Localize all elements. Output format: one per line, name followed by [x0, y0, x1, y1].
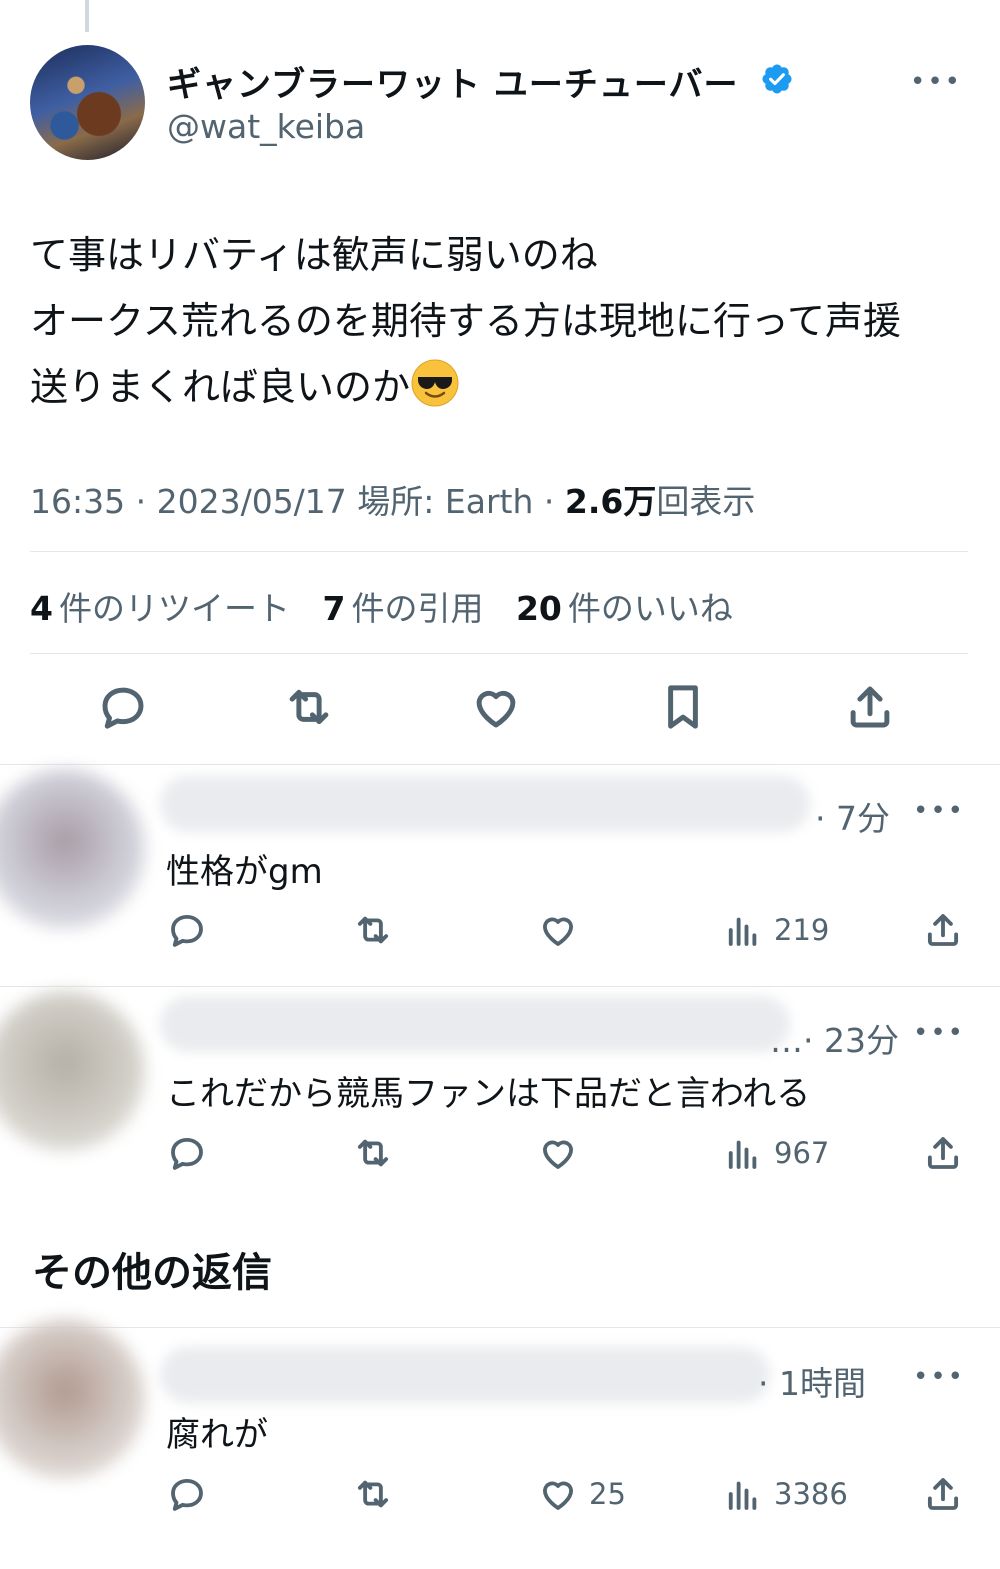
divider: [30, 551, 968, 552]
views-chart-icon: [728, 917, 757, 946]
more-horizontal-icon[interactable]: •••: [913, 1018, 965, 1048]
divider: [30, 653, 968, 654]
reply-text: これだから競馬ファンは下品だと言われる: [166, 1074, 811, 1114]
tweet-action-bar: [0, 680, 1000, 740]
author-display-name[interactable]: ギャンブラーワット ユーチューバー: [167, 57, 738, 106]
reply-like-button[interactable]: [537, 908, 589, 952]
reply-views-button[interactable]: 219: [722, 908, 829, 952]
reply-text: 腐れが: [166, 1415, 268, 1455]
reply-like-button[interactable]: 25: [537, 1472, 626, 1516]
likes-stat[interactable]: 20 件のいいね: [516, 589, 733, 628]
retweets-stat[interactable]: 4 件のリツイート: [30, 589, 290, 628]
author-handle[interactable]: @wat_keiba: [167, 107, 365, 146]
tweet-text-line: て事はリバティは歓声に弱いのね: [30, 233, 598, 277]
tweet-location: 場所: Earth: [357, 482, 534, 521]
like-icon[interactable]: [469, 680, 523, 734]
tweet-author: ギャンブラーワット ユーチューバー @wat_keiba •••: [30, 45, 980, 165]
share-icon: [927, 914, 959, 946]
like-count: 25: [589, 1477, 626, 1511]
divider: [0, 764, 1000, 765]
redacted-username: [160, 776, 810, 832]
reply-avatar[interactable]: [0, 769, 145, 929]
views-count: 3386: [774, 1477, 848, 1511]
views-label: 回表示: [656, 482, 756, 521]
tweet-meta: 16:35 · 2023/05/17 場所: Earth · 2.6万回表示: [30, 482, 756, 521]
reply-like-button[interactable]: [537, 1131, 589, 1175]
more-horizontal-icon[interactable]: •••: [913, 796, 965, 826]
retweet-icon: [357, 916, 389, 944]
quotes-stat[interactable]: 7 件の引用: [322, 589, 483, 628]
views-count: 967: [774, 1136, 830, 1170]
sunglasses-emoji-icon: [411, 359, 459, 407]
reply-reply-button[interactable]: [166, 1131, 208, 1175]
more-horizontal-icon[interactable]: •••: [913, 1362, 965, 1392]
more-replies-heading: その他の返信: [32, 1250, 272, 1296]
reply-share-button[interactable]: [922, 1131, 964, 1175]
reply-share-button[interactable]: [922, 1472, 964, 1516]
reply-avatar[interactable]: [0, 991, 145, 1151]
reply-time: · 1時間: [758, 1364, 866, 1403]
redacted-username: [160, 996, 790, 1052]
divider: [0, 1327, 1000, 1328]
reply-retweet-button[interactable]: [352, 1131, 394, 1175]
reply-text: 性格がgm: [166, 852, 323, 892]
like-icon: [542, 1481, 574, 1510]
retweet-icon: [357, 1139, 389, 1167]
share-icon: [927, 1137, 959, 1169]
tweet-text: て事はリバティは歓声に弱いのね オークス荒れるのを期待する方は現地に行って声援 …: [30, 222, 980, 420]
share-icon: [927, 1478, 959, 1510]
reply-avatar[interactable]: [0, 1319, 145, 1479]
reply-time: …· 23分: [770, 1021, 899, 1060]
tweet-time[interactable]: 16:35: [30, 482, 125, 521]
retweet-icon[interactable]: [282, 680, 336, 734]
tweet-text-line: 送りまくれば良いのか: [30, 354, 980, 420]
reply-reply-button[interactable]: [166, 908, 208, 952]
tweet-text-line: オークス荒れるのを期待する方は現地に行って声援: [30, 299, 901, 343]
verified-badge-icon: [762, 64, 792, 94]
reply-reply-button[interactable]: [166, 1472, 208, 1516]
divider: [0, 986, 1000, 987]
tweet-stats: 4 件のリツイート 7 件の引用 20 件のいいね: [30, 582, 755, 630]
reply-views-button[interactable]: 3386: [722, 1472, 848, 1516]
reply-icon: [171, 914, 203, 947]
reply-share-button[interactable]: [922, 908, 964, 952]
redacted-username: [160, 1347, 770, 1403]
views-chart-icon: [728, 1140, 757, 1169]
reply-icon: [171, 1137, 203, 1170]
thread-connector-line: [85, 0, 89, 32]
like-icon: [542, 917, 574, 946]
reply-views-button[interactable]: 967: [722, 1131, 829, 1175]
bookmark-icon[interactable]: [656, 680, 710, 734]
reply-retweet-button[interactable]: [352, 908, 394, 952]
reply-retweet-button[interactable]: [352, 1472, 394, 1516]
reply-icon: [171, 1478, 203, 1511]
reply-icon[interactable]: [96, 680, 150, 734]
views-chart-icon: [728, 1481, 757, 1510]
views-count: 2.6万: [564, 482, 657, 521]
share-icon[interactable]: [843, 680, 897, 734]
tweet-date[interactable]: 2023/05/17: [157, 482, 347, 521]
more-horizontal-icon[interactable]: •••: [910, 67, 962, 97]
views-count: 219: [774, 913, 830, 947]
retweet-icon: [357, 1480, 389, 1508]
author-avatar[interactable]: [30, 45, 145, 160]
reply-time: · 7分: [815, 799, 890, 838]
like-icon: [542, 1140, 574, 1169]
